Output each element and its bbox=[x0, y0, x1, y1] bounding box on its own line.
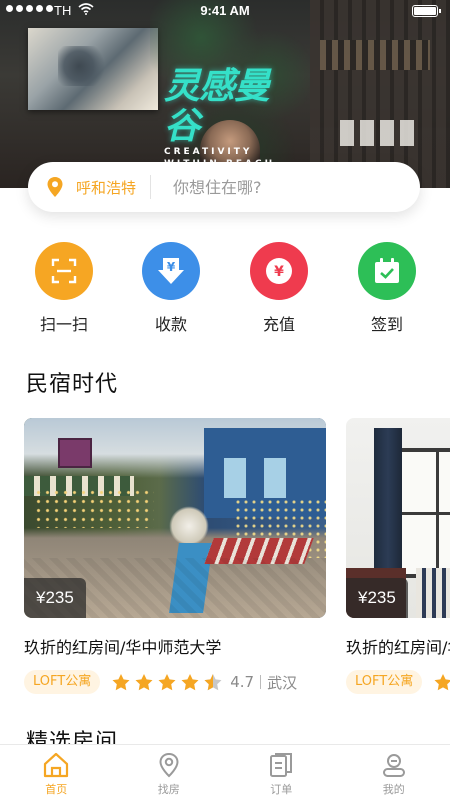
location-pin-icon[interactable] bbox=[155, 751, 183, 779]
homestay-meta: LOFT公寓 4.7 武汉 bbox=[24, 670, 326, 694]
bottom-tab-bar: 首页 找房 订单 我的 bbox=[0, 744, 450, 800]
action-scan[interactable]: 扫一扫 bbox=[24, 242, 104, 335]
battery-icon bbox=[412, 5, 441, 17]
profile-icon[interactable] bbox=[380, 751, 408, 779]
svg-text:¥: ¥ bbox=[274, 264, 284, 280]
tab-find-room[interactable]: 找房 bbox=[113, 745, 226, 800]
tab-label: 订单 bbox=[270, 783, 293, 796]
hero-brand-logo: 灵感曼谷 CREATIVITY WITHIN REACH bbox=[164, 66, 294, 170]
tab-label: 首页 bbox=[45, 783, 68, 796]
price-badge: ¥235 bbox=[346, 578, 408, 618]
tab-orders[interactable]: 订单 bbox=[225, 745, 338, 800]
homestay-title[interactable]: 玖折的红房间/华中师范大学 bbox=[346, 634, 450, 658]
quick-actions: 扫一扫 ¥ 收款 ¥ 充值 签到 bbox=[0, 242, 450, 334]
action-receive[interactable]: ¥ 收款 bbox=[131, 242, 211, 335]
action-label: 收款 bbox=[154, 315, 187, 334]
action-label: 扫一扫 bbox=[39, 315, 88, 334]
search-divider bbox=[150, 175, 152, 199]
homestay-title[interactable]: 玖折的红房间/华中师范大学 bbox=[24, 634, 326, 658]
homestay-meta: LOFT公寓 bbox=[346, 670, 450, 694]
star-icon bbox=[158, 673, 176, 690]
brand-cn: 灵感曼谷 bbox=[164, 65, 270, 147]
action-topup[interactable]: ¥ 充值 bbox=[239, 242, 319, 335]
orders-icon[interactable] bbox=[267, 751, 295, 779]
action-label: 签到 bbox=[370, 315, 403, 334]
location-pin-icon[interactable] bbox=[46, 176, 64, 198]
hero-frames bbox=[340, 120, 420, 146]
hero-banner[interactable]: 灵感曼谷 CREATIVITY WITHIN REACH bbox=[0, 0, 450, 188]
hero-wall-painting bbox=[28, 28, 158, 110]
tab-home[interactable]: 首页 bbox=[0, 745, 113, 800]
room-type-tag: LOFT公寓 bbox=[346, 670, 423, 694]
tab-label: 我的 bbox=[382, 783, 405, 796]
star-half-icon bbox=[204, 673, 222, 690]
rating-stars bbox=[434, 673, 450, 691]
price-badge: ¥235 bbox=[24, 578, 86, 618]
homestay-carousel[interactable]: ¥235 玖折的红房间/华中师范大学 LOFT公寓 4.7 武汉 ¥235 玖折… bbox=[24, 418, 450, 698]
rating-value: 4.7 bbox=[230, 673, 255, 691]
star-icon bbox=[135, 673, 153, 690]
brand-en-line1: CREATIVITY bbox=[164, 147, 253, 157]
calendar-check-icon[interactable] bbox=[358, 242, 416, 300]
status-bar: TH 9:41 AM bbox=[0, 0, 450, 22]
tab-profile[interactable]: 我的 bbox=[338, 745, 450, 800]
room-type-tag: LOFT公寓 bbox=[24, 670, 101, 694]
receive-money-icon[interactable]: ¥ bbox=[142, 242, 200, 300]
scan-icon[interactable] bbox=[35, 242, 93, 300]
star-icon bbox=[181, 673, 199, 690]
star-icon bbox=[112, 673, 130, 690]
star-icon bbox=[434, 673, 450, 690]
action-checkin[interactable]: 签到 bbox=[347, 242, 427, 335]
topup-icon[interactable]: ¥ bbox=[250, 242, 308, 300]
search-bar[interactable]: 呼和浩特 bbox=[28, 162, 420, 212]
status-time: 9:41 AM bbox=[200, 3, 250, 18]
svg-text:¥: ¥ bbox=[167, 260, 176, 274]
homestay-card[interactable]: ¥235 玖折的红房间/华中师范大学 LOFT公寓 bbox=[346, 418, 450, 694]
tab-label: 找房 bbox=[157, 783, 180, 796]
home-icon[interactable] bbox=[42, 751, 70, 779]
section-title: 民宿时代 bbox=[26, 372, 119, 397]
rating-stars bbox=[112, 673, 222, 691]
homestay-photo[interactable]: ¥235 bbox=[24, 418, 326, 618]
homestay-photo[interactable]: ¥235 bbox=[346, 418, 450, 618]
meta-divider bbox=[260, 675, 262, 689]
homestay-card[interactable]: ¥235 玖折的红房间/华中师范大学 LOFT公寓 4.7 武汉 bbox=[24, 418, 326, 694]
city-selector[interactable]: 呼和浩特 bbox=[76, 177, 136, 198]
action-label: 充值 bbox=[262, 315, 295, 334]
location-text: 武汉 bbox=[267, 673, 298, 692]
hero-bar-shelf bbox=[310, 0, 450, 188]
search-input[interactable] bbox=[173, 177, 374, 197]
